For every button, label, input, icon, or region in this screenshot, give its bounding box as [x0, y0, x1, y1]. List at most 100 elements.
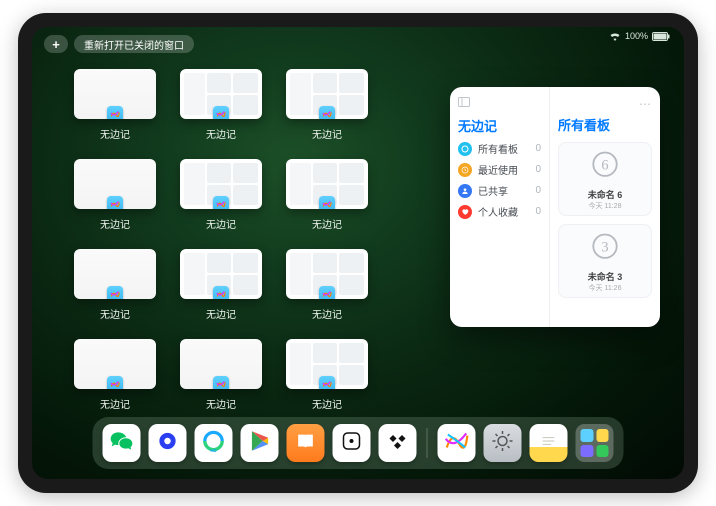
- sidebar-item-count: 0: [535, 164, 541, 175]
- window-thumbnail-label: 无边记: [206, 126, 236, 141]
- freeform-app-icon: [213, 106, 229, 119]
- freeform-app-icon: [213, 286, 229, 299]
- window-thumbnail-preview: [74, 339, 156, 389]
- sidebar-item[interactable]: 所有看板 0: [458, 141, 541, 156]
- statusbar: 100%: [609, 31, 670, 41]
- window-thumbnail[interactable]: 无边记: [284, 339, 370, 411]
- dock-app-tidal[interactable]: [379, 424, 417, 462]
- window-thumbnail-label: 无边记: [100, 216, 130, 231]
- sidebar-item-icon: [458, 163, 472, 177]
- dock-app-dice[interactable]: [333, 424, 371, 462]
- dock-app-settings[interactable]: [484, 424, 522, 462]
- sidebar-item-label: 已共享: [478, 183, 508, 198]
- window-thumbnail-label: 无边记: [206, 396, 236, 411]
- window-thumbnail[interactable]: 无边记: [72, 339, 158, 411]
- window-thumbnail-preview: [180, 159, 262, 209]
- dock-app-qqbrowser[interactable]: HD: [195, 424, 233, 462]
- board-name: 未命名 6: [588, 188, 623, 201]
- window-thumbnail[interactable]: 无边记: [178, 69, 264, 141]
- window-thumbnail[interactable]: 无边记: [178, 159, 264, 231]
- topbar: + 重新打开已关闭的窗口: [44, 35, 194, 53]
- dock-app-play[interactable]: [241, 424, 279, 462]
- window-thumbnail[interactable]: 无边记: [284, 69, 370, 141]
- dock-app-wechat[interactable]: [103, 424, 141, 462]
- board-card[interactable]: 6 未命名 6今天 11:28: [558, 142, 652, 216]
- window-thumbnail-label: 无边记: [312, 396, 342, 411]
- sidebar-item-icon: [458, 184, 472, 198]
- window-thumbnail-preview: [286, 69, 368, 119]
- svg-text:3: 3: [601, 239, 608, 255]
- wechat-icon: [109, 428, 135, 459]
- board-sketch: 6: [587, 148, 623, 184]
- wifi-icon: [609, 32, 621, 41]
- dock-separator: [427, 428, 428, 458]
- panel-list: 所有看板 0 最近使用 0 已共享 0 个人收藏0: [458, 141, 541, 219]
- window-thumbnail-label: 无边记: [312, 216, 342, 231]
- settings-icon: [491, 429, 515, 458]
- panel-sidebar: 无边记 所有看板0最近使用0已共享0个人收藏0: [450, 87, 550, 327]
- panel-more-icon[interactable]: ⋯: [639, 97, 652, 111]
- freeform-app-icon: [107, 376, 123, 389]
- freeform-icon: [444, 428, 470, 459]
- window-thumbnail[interactable]: 无边记: [72, 249, 158, 321]
- window-thumbnail-preview: [180, 249, 262, 299]
- window-thumbnail[interactable]: 无边记: [284, 249, 370, 321]
- books-icon: [295, 430, 317, 457]
- window-thumbnail-label: 无边记: [206, 216, 236, 231]
- window-thumbnail-preview: [74, 159, 156, 209]
- qqbrowser-icon: HD: [201, 428, 227, 459]
- reopen-closed-window-button[interactable]: 重新打开已关闭的窗口: [74, 35, 194, 53]
- sidebar-item-label: 所有看板: [478, 141, 518, 156]
- sidebar-item-label: 个人收藏: [478, 204, 518, 219]
- window-thumbnail[interactable]: 无边记: [178, 339, 264, 411]
- dock-app-books[interactable]: [287, 424, 325, 462]
- window-thumbnail-label: 无边记: [312, 306, 342, 321]
- freeform-app-icon: [319, 376, 335, 389]
- battery-label: 100%: [625, 31, 648, 41]
- tidal-icon: [386, 429, 410, 458]
- screen: 100% + 重新打开已关闭的窗口 无边记无边记无边记无边记无边记无边记无边记无…: [32, 27, 684, 479]
- window-thumbnail-label: 无边记: [100, 126, 130, 141]
- freeform-app-icon: [319, 106, 335, 119]
- notes-icon: [539, 431, 559, 456]
- board-subtitle: 今天 11:26: [589, 283, 622, 293]
- window-thumbnail[interactable]: 无边记: [72, 159, 158, 231]
- sidebar-item-count: 0: [535, 143, 541, 154]
- sidebar-item[interactable]: 最近使用 0: [458, 162, 541, 177]
- window-thumbnail-preview: [74, 249, 156, 299]
- window-thumbnail-label: 无边记: [100, 306, 130, 321]
- board-subtitle: 今天 11:28: [589, 201, 622, 211]
- window-thumbnail-preview: [286, 159, 368, 209]
- dock-folder[interactable]: [576, 424, 614, 462]
- freeform-app-icon: [107, 286, 123, 299]
- window-thumbnail-preview: [286, 249, 368, 299]
- freeform-panel[interactable]: 无边记 所有看板0最近使用0已共享0个人收藏0 ⋯ 所有看板 6未命名 6今天 …: [450, 87, 660, 327]
- dock-app-freeform[interactable]: [438, 424, 476, 462]
- board-card[interactable]: 3 未命名 3今天 11:26: [558, 224, 652, 298]
- sidebar-item-count: 0: [535, 185, 541, 196]
- quark-icon: [155, 428, 181, 459]
- dock-app-quark[interactable]: [149, 424, 187, 462]
- sidebar-item-label: 最近使用: [478, 162, 518, 177]
- sidebar-item[interactable]: 已共享 0: [458, 183, 541, 198]
- window-thumbnail-preview: [180, 69, 262, 119]
- sidebar-toggle-icon[interactable]: [458, 97, 470, 110]
- add-button[interactable]: +: [44, 35, 68, 53]
- board-name: 未命名 3: [588, 270, 623, 283]
- freeform-app-icon: [107, 196, 123, 209]
- window-thumbnail[interactable]: 无边记: [284, 159, 370, 231]
- freeform-app-icon: [319, 196, 335, 209]
- dock-app-notes[interactable]: [530, 424, 568, 462]
- window-thumbnail-preview: [74, 69, 156, 119]
- sidebar-item[interactable]: 个人收藏0: [458, 204, 541, 219]
- window-thumbnail-label: 无边记: [206, 306, 236, 321]
- play-icon: [247, 428, 273, 459]
- window-thumbnail-label: 无边记: [100, 396, 130, 411]
- window-thumbnail[interactable]: 无边记: [72, 69, 158, 141]
- window-thumbnail[interactable]: 无边记: [178, 249, 264, 321]
- window-thumbnail-preview: [180, 339, 262, 389]
- stage-manager-grid: 无边记无边记无边记无边记无边记无边记无边记无边记无边记无边记无边记无边记: [72, 69, 476, 411]
- svg-text:6: 6: [601, 157, 608, 173]
- dice-icon: [340, 429, 364, 458]
- window-thumbnail-label: 无边记: [312, 126, 342, 141]
